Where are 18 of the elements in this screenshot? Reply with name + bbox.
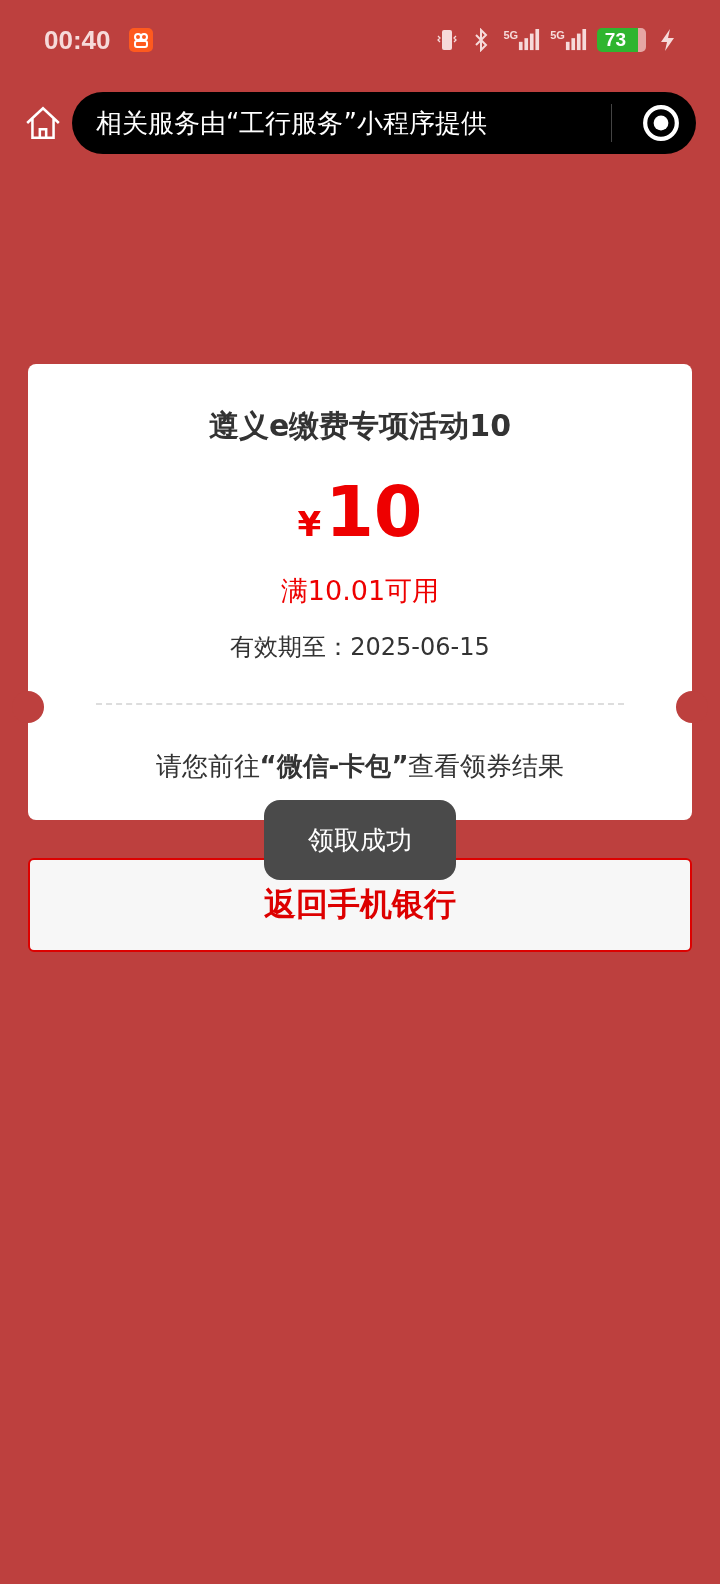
success-toast: 领取成功 [264,800,456,880]
battery-indicator: 73 [596,28,646,52]
validity-date: 有效期至：2025-06-15 [230,632,490,663]
back-to-bank-button[interactable]: 返回手机银行 [28,858,692,952]
coupon-note: 请您前往“微信-卡包”查看领券结果 [155,750,565,783]
app-notification-icon [128,28,153,52]
coupon-amount: 10 [325,477,423,547]
signal-icon [564,29,587,51]
signal-icon [518,29,541,51]
network-label: 5G [550,29,565,41]
network-label: 5G [503,29,519,41]
status-time: 00:40 [44,24,111,56]
record-icon[interactable] [642,104,680,142]
coupon-condition: 满10.01可用 [280,574,440,608]
nav-title: 相关服务由“工行服务”小程序提供 [96,106,488,140]
coupon-title: 遵义e缴费专项活动10 [208,407,512,445]
currency-symbol: ¥ [297,504,322,544]
home-icon[interactable] [24,104,62,142]
